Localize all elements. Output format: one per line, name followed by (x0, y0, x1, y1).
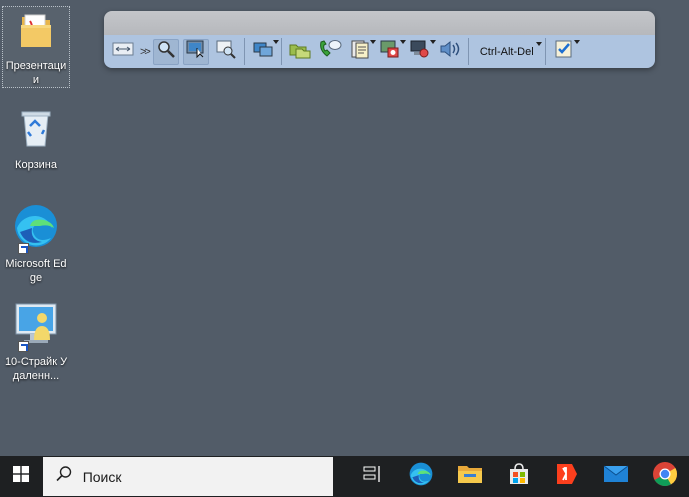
toolbar-separator (467, 38, 469, 65)
screen-cursor-icon (185, 39, 207, 64)
settings-check-icon (553, 38, 575, 65)
start-button[interactable] (0, 456, 42, 497)
windows-logo-icon (12, 466, 29, 487)
system-info-button[interactable] (347, 38, 376, 65)
taskbar-store-button[interactable] (494, 456, 543, 497)
sound-button[interactable] (437, 39, 463, 65)
shortcut-arrow-icon (18, 243, 29, 254)
voice-chat-button[interactable] (317, 39, 343, 65)
phone-chat-icon (318, 38, 342, 65)
chrome-icon (652, 461, 678, 492)
system-info-icon (349, 38, 371, 65)
toolbar-drag-handle[interactable] (104, 11, 655, 35)
taskbar-search-box[interactable]: Поиск (42, 457, 333, 496)
remote-control-toolbar: >> Ctrl-Alt-Del (104, 11, 655, 68)
fit-screen-button[interactable] (110, 39, 136, 65)
desktop-icon-recycle-bin[interactable]: Корзина (2, 102, 70, 172)
yandex-icon (555, 462, 579, 491)
search-placeholder: Поиск (82, 468, 122, 485)
power-options-button[interactable] (407, 38, 436, 65)
desktop-icon-edge[interactable]: Microsoft Edge (2, 198, 70, 285)
taskbar-chrome-button[interactable] (640, 456, 689, 497)
file-transfer-icon (288, 39, 312, 64)
monitors-button[interactable] (250, 39, 279, 65)
zoom-button[interactable] (152, 38, 179, 65)
tools-button[interactable] (377, 38, 406, 65)
store-icon (507, 462, 531, 491)
ctrl-alt-del-button[interactable]: Ctrl-Alt-Del (472, 39, 542, 65)
toolbar-separator (544, 38, 546, 65)
file-explorer-icon (457, 463, 483, 490)
edge-icon (408, 461, 434, 492)
desktop-icon-label: 10-Страйк Удаленн... (4, 356, 68, 382)
toolbar-separator (243, 38, 245, 65)
folder-icon (18, 11, 54, 56)
taskbar-edge-button[interactable] (397, 456, 446, 497)
fit-screen-icon (112, 41, 134, 62)
taskbar: Поиск (0, 456, 689, 497)
taskbar-mail-button[interactable] (592, 456, 641, 497)
desktop-icon-label: Microsoft Edge (5, 258, 67, 284)
settings-button[interactable] (551, 38, 580, 65)
task-view-icon (363, 465, 383, 488)
recycle-bin-icon (16, 106, 56, 155)
monitors-icon (252, 39, 274, 64)
desktop-icon-label: Корзина (15, 159, 57, 171)
file-transfer-button[interactable] (287, 39, 313, 65)
screen-zoom-button[interactable] (213, 39, 239, 65)
shortcut-arrow-icon (18, 341, 29, 352)
desktop-icon-label: Презентации (5, 60, 67, 86)
computer-power-icon (409, 38, 431, 65)
taskbar-yandex-button[interactable] (543, 456, 592, 497)
taskbar-file-explorer-button[interactable] (446, 456, 495, 497)
speaker-icon (438, 38, 462, 65)
tools-icon (379, 38, 401, 65)
toolbar-separator (280, 38, 282, 65)
desktop-icon-presentations[interactable]: Презентации (2, 6, 70, 88)
view-only-button[interactable] (182, 38, 209, 65)
search-icon (55, 465, 73, 488)
desktop-icon-remote-admin[interactable]: 10-Страйк Удаленн... (2, 296, 70, 383)
mail-icon (603, 464, 629, 489)
screen-magnify-icon (215, 39, 237, 64)
zoom-icon (156, 39, 176, 64)
toolbar-more-button[interactable]: >> (140, 46, 151, 58)
task-view-button[interactable] (349, 456, 398, 497)
toolbar-buttons: >> Ctrl-Alt-Del (104, 35, 655, 68)
